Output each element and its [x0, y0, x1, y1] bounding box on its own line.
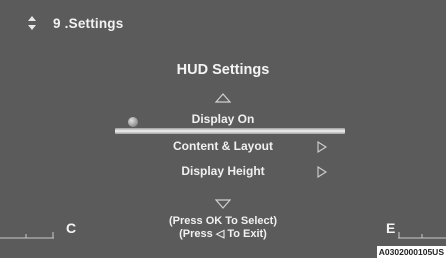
gauge-right-scale — [398, 228, 446, 239]
triangle-right-outline-icon — [317, 140, 328, 153]
gauge-empty-label: E — [386, 220, 396, 236]
up-down-arrows-icon — [27, 14, 37, 32]
triangle-right-outline-icon — [317, 165, 328, 178]
menu-item-content-layout[interactable]: Content & Layout — [0, 139, 446, 153]
header: 9 .Settings — [0, 12, 446, 34]
menu-item-display-on[interactable]: Display On — [0, 112, 446, 126]
selection-highlight-bar — [115, 128, 345, 134]
menu-item-display-height[interactable]: Display Height — [0, 164, 446, 178]
page-title: 9 .Settings — [53, 15, 124, 31]
gauge-left-scale — [0, 228, 54, 239]
menu-title: HUD Settings — [176, 62, 270, 78]
triangle-down-outline-icon[interactable] — [214, 196, 232, 209]
hud-screen: 9 .Settings HUD Settings Display On Cont… — [0, 0, 446, 258]
gauge-cold-label: C — [66, 220, 77, 236]
triangle-up-outline-icon[interactable] — [214, 90, 232, 103]
figure-reference-code: A0302000105US — [376, 246, 446, 258]
